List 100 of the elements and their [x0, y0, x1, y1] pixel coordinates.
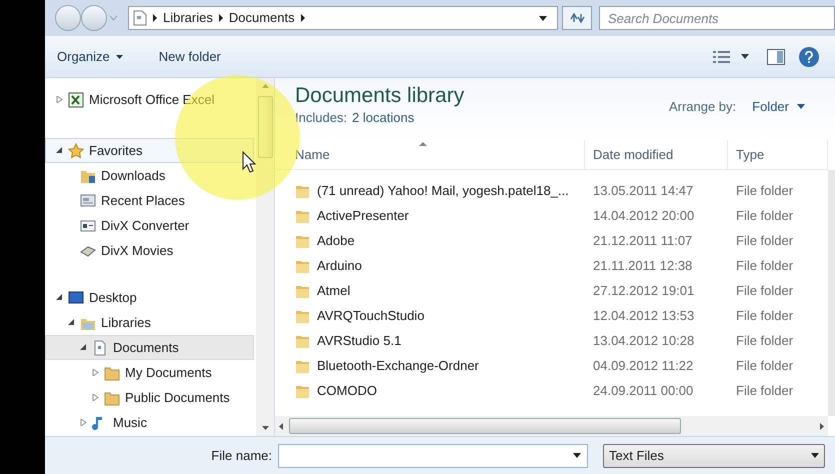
date-cell: 27.12.2012 19:01 [593, 282, 694, 298]
tree-item[interactable]: Public Documents [45, 385, 254, 410]
help-icon [804, 50, 814, 62]
file-name-cell-text: Arduino [317, 256, 362, 275]
date-cell: 12.04.2012 13:53 [593, 308, 694, 323]
breadcrumb[interactable]: Libraries [163, 8, 213, 28]
column-header[interactable]: Date modified [585, 140, 728, 169]
date-cell: 13.04.2012 10:28 [593, 332, 694, 348]
type-cell: File folder [736, 382, 794, 398]
expanded-icon [56, 147, 63, 154]
window-icon [80, 218, 96, 234]
tree-item[interactable]: Recent Places [45, 188, 254, 213]
file-name-cell-text: ActivePresenter [317, 206, 409, 225]
date-cell: 14.04.2012 20:00 [593, 208, 694, 223]
preview-pane-icon [767, 48, 785, 64]
file-name-cell-text: (71 unread) Yahoo! Mail, yogesh.patel18_... [317, 182, 569, 200]
type-cell: File folder [736, 182, 794, 198]
expanded-icon [56, 294, 63, 301]
window-icon [80, 192, 96, 208]
date-cell: 21.11.2011 12:38 [593, 258, 692, 273]
tree-item[interactable]: Microsoft Office Excel [45, 87, 254, 112]
caret-icon [811, 453, 819, 458]
type-cell: File folder [736, 332, 794, 348]
file-type-dropdown[interactable]: Text Files [603, 444, 825, 468]
caret-icon [573, 453, 581, 458]
tree-item[interactable]: DivX Converter [45, 213, 254, 238]
search-field[interactable]: Search Documents [599, 6, 835, 30]
file-name-cell-text: Bluetooth-Exchange-Ordner [317, 356, 479, 375]
date-cell: 13.05.2011 14:47 [593, 182, 694, 198]
spreadsheet-icon [68, 92, 84, 108]
folder-icon [104, 364, 120, 380]
expanded-icon [68, 319, 75, 326]
library-title: Documents library [295, 83, 464, 109]
file-name-cell-text: Atmel [317, 282, 350, 300]
preview-pane-button[interactable] [765, 46, 787, 66]
scrollbar-thumb[interactable] [289, 418, 681, 434]
vertical-scrollbar[interactable] [256, 78, 274, 436]
horizontal-scrollbar[interactable] [275, 416, 828, 436]
tree-item[interactable]: Desktop [45, 285, 254, 310]
scroll-up-icon[interactable] [262, 84, 268, 88]
file-name-cell-text: COMODO [317, 382, 377, 400]
dropdown-icon[interactable] [109, 15, 118, 21]
expanded-icon [80, 344, 87, 351]
file-name-field[interactable] [278, 444, 588, 468]
file-name-label: File name: [210, 446, 272, 465]
scroll-right-icon[interactable] [820, 422, 824, 430]
collapsed-icon [80, 419, 87, 426]
vertical-scrollbar[interactable] [828, 170, 835, 416]
arrange-by-label: Arrange by: [668, 98, 736, 116]
toolbar-button[interactable]: New folder [158, 46, 221, 66]
scrollbar-thumb[interactable] [258, 96, 272, 158]
type-cell: File folder [736, 232, 794, 248]
type-cell: File folder [736, 258, 794, 273]
file-name-cell-text: Adobe [317, 232, 355, 250]
collapsed-icon [56, 96, 63, 103]
collapsed-icon [92, 369, 99, 376]
collapsed-icon [92, 394, 99, 401]
date-cell: 04.09.2012 11:22 [593, 358, 694, 373]
toolbar-button[interactable]: Organize [57, 46, 123, 66]
tree-item[interactable]: Downloads [45, 163, 254, 188]
help-button[interactable] [799, 46, 819, 66]
desktop-icon [68, 290, 84, 306]
forward-button[interactable] [81, 5, 107, 31]
caret-icon [116, 54, 123, 58]
arrange-by-dropdown[interactable]: Folder [752, 97, 805, 116]
locations-link[interactable]: 2 locations [352, 109, 414, 127]
tree-item[interactable]: Libraries [45, 310, 254, 335]
refresh-button[interactable] [562, 6, 592, 30]
tree-item[interactable]: Favorites [45, 138, 254, 163]
tree-item[interactable]: DivX Movies [45, 238, 254, 263]
type-cell: File folder [736, 208, 794, 223]
chevron-icon [153, 14, 157, 22]
chevron-icon [300, 14, 305, 22]
file-name-cell-text: AVRQTouchStudio [317, 306, 424, 325]
includes-label: Includes: [295, 109, 348, 127]
chevron-icon [218, 14, 223, 22]
file-name-cell-text: AVRStudio 5.1 [317, 332, 402, 350]
tree-item[interactable]: Documents [45, 335, 254, 360]
address-bar[interactable]: Libraries Documents [128, 6, 558, 30]
type-cell: File folder [736, 358, 794, 373]
dropdown-icon [539, 16, 547, 20]
mouse-pointer-icon [242, 151, 256, 173]
back-button[interactable] [55, 5, 81, 31]
scroll-left-icon[interactable] [279, 422, 283, 430]
sort-icon [419, 142, 427, 146]
type-cell: File folder [736, 282, 794, 298]
refresh-icon [569, 12, 585, 24]
column-header[interactable]: Type [728, 140, 828, 169]
caret-icon [797, 104, 805, 110]
tree-item[interactable]: Music [45, 410, 254, 435]
document-icon [92, 340, 108, 356]
breadcrumb[interactable]: Documents [228, 8, 295, 28]
date-cell: 21.12.2011 11:07 [593, 232, 692, 248]
type-cell: File folder [736, 308, 794, 323]
date-cell: 24.09.2011 00:00 [593, 382, 694, 398]
document-icon [133, 10, 147, 26]
list-view-icon [713, 50, 731, 64]
scroll-down-icon[interactable] [262, 426, 268, 430]
star-icon [68, 142, 84, 158]
tree-item[interactable]: My Documents [45, 360, 254, 385]
